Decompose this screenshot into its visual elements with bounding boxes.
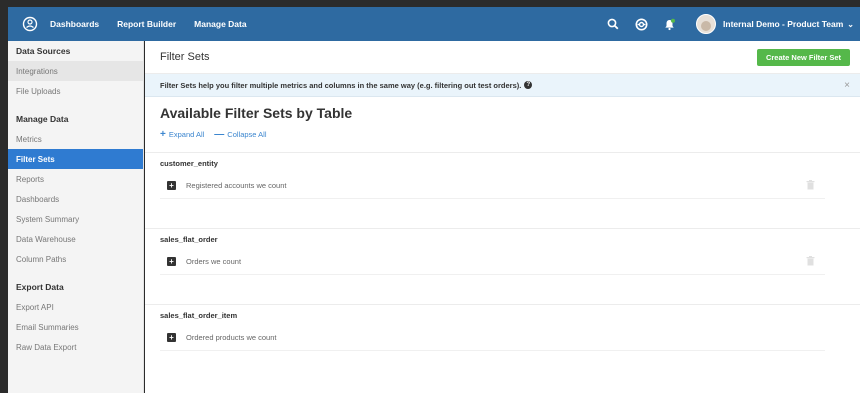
sidebar-heading-manage-data: Manage Data xyxy=(16,114,69,124)
filter-set-row[interactable]: + Orders we count xyxy=(160,249,825,275)
sidebar-item-export-api[interactable]: Export API xyxy=(8,297,143,317)
page-title: Filter Sets xyxy=(160,51,210,63)
table-name: sales_flat_order_item xyxy=(160,310,238,320)
filter-set-label[interactable]: Orders we count xyxy=(186,257,241,266)
notifications-icon[interactable] xyxy=(656,11,682,37)
main-nav: Dashboards Report Builder Manage Data xyxy=(50,19,265,29)
sidebar-item-integrations[interactable]: Integrations xyxy=(8,61,143,81)
trash-icon[interactable] xyxy=(806,179,815,192)
sidebar-heading-export-data: Export Data xyxy=(16,282,64,292)
support-icon[interactable] xyxy=(628,11,654,37)
table-block-sales-flat-order-item: sales_flat_order_item + Ordered products… xyxy=(145,304,860,351)
sidebar-item-column-paths[interactable]: Column Paths xyxy=(8,249,143,269)
filter-set-label[interactable]: Ordered products we count xyxy=(186,333,276,342)
sidebar: Data Sources Integrations File Uploads M… xyxy=(8,41,144,393)
info-banner: Filter Sets help you filter multiple met… xyxy=(145,74,860,97)
trash-icon[interactable] xyxy=(806,255,815,268)
sidebar-heading-data-sources: Data Sources xyxy=(16,46,71,56)
sidebar-item-file-uploads[interactable]: File Uploads xyxy=(8,81,143,101)
sidebar-item-metrics[interactable]: Metrics xyxy=(8,129,143,149)
plus-icon: + xyxy=(160,129,166,140)
nav-report-builder[interactable]: Report Builder xyxy=(117,19,176,29)
user-name: Internal Demo - Product Team xyxy=(723,19,844,29)
sidebar-item-filter-sets[interactable]: Filter Sets xyxy=(8,149,143,169)
main-content: Filter Sets Create New Filter Set Filter… xyxy=(145,41,860,393)
expand-icon[interactable]: + xyxy=(167,257,176,266)
table-name: sales_flat_order xyxy=(160,234,218,244)
user-menu[interactable]: Internal Demo - Product Team ⌄ xyxy=(723,19,854,29)
sidebar-item-raw-data-export[interactable]: Raw Data Export xyxy=(8,337,143,357)
filter-set-row[interactable]: + Ordered products we count xyxy=(160,325,825,351)
collapse-all-label: Collapse All xyxy=(227,130,267,139)
filter-set-row[interactable]: + Registered accounts we count xyxy=(160,173,825,199)
logo-icon[interactable] xyxy=(18,12,42,36)
top-navbar: Dashboards Report Builder Manage Data In… xyxy=(8,7,860,41)
table-name: customer_entity xyxy=(160,158,218,168)
sidebar-item-reports[interactable]: Reports xyxy=(8,169,143,189)
nav-manage-data[interactable]: Manage Data xyxy=(194,19,246,29)
table-block-sales-flat-order: sales_flat_order + Orders we count xyxy=(145,228,860,304)
expand-all-link[interactable]: + Expand All xyxy=(160,129,204,140)
sidebar-item-email-summaries[interactable]: Email Summaries xyxy=(8,317,143,337)
filter-set-label[interactable]: Registered accounts we count xyxy=(186,181,286,190)
page-header: Filter Sets Create New Filter Set xyxy=(145,41,860,74)
nav-tools: Internal Demo - Product Team ⌄ xyxy=(598,11,860,37)
expand-icon[interactable]: + xyxy=(167,333,176,342)
chevron-down-icon: ⌄ xyxy=(847,19,854,29)
minus-icon: — xyxy=(214,129,225,140)
sidebar-item-system-summary[interactable]: System Summary xyxy=(8,209,143,229)
sidebar-item-dashboards[interactable]: Dashboards xyxy=(8,189,143,209)
section-title: Available Filter Sets by Table xyxy=(160,105,353,121)
sidebar-item-data-warehouse[interactable]: Data Warehouse xyxy=(8,229,143,249)
expand-all-label: Expand All xyxy=(168,130,205,139)
close-icon[interactable]: × xyxy=(844,80,850,91)
nav-dashboards[interactable]: Dashboards xyxy=(50,19,99,29)
create-filter-set-button[interactable]: Create New Filter Set xyxy=(756,48,850,66)
expand-collapse-controls: + Expand All — Collapse All xyxy=(145,129,860,140)
search-icon[interactable] xyxy=(600,11,626,37)
collapse-all-link[interactable]: — Collapse All xyxy=(214,129,266,140)
expand-icon[interactable]: + xyxy=(167,181,176,190)
table-block-customer-entity: customer_entity + Registered accounts we… xyxy=(145,152,860,228)
info-text: Filter Sets help you filter multiple met… xyxy=(160,80,522,90)
help-icon[interactable]: ? xyxy=(524,81,533,89)
avatar[interactable] xyxy=(696,14,717,34)
